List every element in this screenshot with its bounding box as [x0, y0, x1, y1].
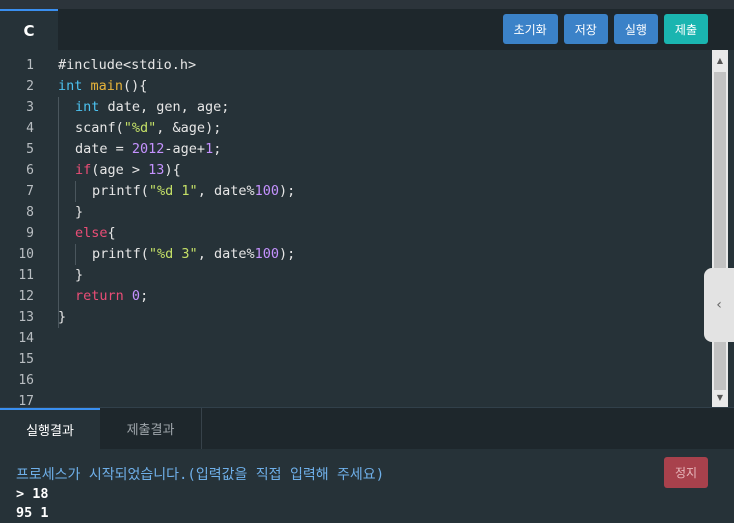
line-number: 1 — [26, 58, 34, 73]
line-number: 9 — [26, 226, 34, 241]
code-token: 100 — [254, 246, 279, 262]
tab-run-result[interactable]: 실행결과 — [0, 408, 100, 449]
code-token: return — [75, 288, 124, 304]
code-token: -age+ — [164, 141, 206, 157]
code-token: if — [75, 162, 92, 178]
code-token: 100 — [254, 183, 279, 199]
code-token: #include<stdio.h> — [58, 57, 197, 73]
console-output-line: 95 1 — [16, 505, 49, 521]
code-token: } — [75, 267, 84, 283]
line-number: 5 — [26, 142, 34, 157]
code-token: int — [58, 78, 83, 94]
code-token: ){ — [164, 162, 181, 178]
indent-guide — [75, 244, 76, 265]
tab-language[interactable]: C — [0, 9, 58, 50]
code-token: date, gen, age; — [99, 99, 230, 115]
code-token: , &age); — [156, 120, 222, 136]
code-line: int date, gen, age; — [75, 97, 229, 118]
line-number: 8 — [26, 205, 34, 220]
code-line: else{ — [75, 223, 116, 244]
code-line: scanf("%d", &age); — [75, 118, 221, 139]
line-number: 11 — [18, 268, 34, 283]
console-output[interactable]: 프로세스가 시작되었습니다.(입력값을 직접 입력해 주세요) > 18 95 … — [0, 449, 734, 523]
code-token: "%d 1" — [148, 183, 198, 199]
code-token: ); — [278, 183, 296, 199]
code-line: printf("%d 1", date%100); — [92, 181, 295, 202]
line-number: 12 — [18, 289, 34, 304]
line-number: 17 — [18, 394, 34, 407]
scrollbar-thumb[interactable] — [714, 72, 726, 390]
result-tab-bar: 실행결과 제출결과 — [0, 407, 734, 449]
line-number: 7 — [26, 184, 34, 199]
code-token: 0 — [131, 288, 141, 304]
line-number: 2 — [26, 79, 34, 94]
save-button[interactable]: 저장 — [563, 14, 608, 44]
code-token: 2012 — [131, 141, 165, 157]
code-token: (){ — [123, 78, 148, 94]
code-token: printf( — [92, 183, 149, 199]
code-token: ); — [278, 246, 296, 262]
code-token: "%d 3" — [148, 246, 198, 262]
code-token: ; — [140, 288, 149, 304]
action-buttons: 초기화 저장 실행 제출 — [502, 14, 708, 44]
line-number: 6 — [26, 163, 34, 178]
code-line: date = 2012-age+1; — [75, 139, 221, 160]
line-number: 3 — [26, 100, 34, 115]
code-token: 13 — [148, 162, 165, 178]
code-token: date = — [75, 141, 132, 157]
code-line: printf("%d 3", date%100); — [92, 244, 295, 265]
code-token: "%d" — [123, 120, 157, 136]
code-line: } — [75, 202, 83, 223]
code-token: (age > — [91, 162, 149, 178]
line-number: 14 — [18, 331, 34, 346]
console-input-line: > 18 — [16, 486, 49, 502]
code-token: ; — [213, 141, 222, 157]
submit-button[interactable]: 제출 — [663, 14, 708, 44]
line-number: 4 — [26, 121, 34, 136]
reset-button[interactable]: 초기화 — [502, 14, 558, 44]
console-status-message: 프로세스가 시작되었습니다.(입력값을 직접 입력해 주세요) — [16, 467, 385, 483]
language-label: C — [23, 21, 35, 40]
line-number-gutter: 1 2 3 4 5 6 7 8 9 10 11 12 13 14 15 16 1… — [0, 50, 46, 407]
code-token: } — [58, 309, 67, 325]
scroll-down-icon[interactable]: ▼ — [712, 389, 728, 405]
code-token: scanf( — [75, 120, 124, 136]
run-button[interactable]: 실행 — [613, 14, 658, 44]
code-editor[interactable]: 1 2 3 4 5 6 7 8 9 10 11 12 13 14 15 16 1… — [0, 50, 734, 407]
line-number: 10 — [18, 247, 34, 262]
stop-button[interactable]: 정지 — [664, 457, 708, 488]
editor-toolbar: C 초기화 저장 실행 제출 — [0, 0, 734, 50]
code-line: } — [75, 265, 83, 286]
code-line: } — [58, 307, 66, 328]
code-token: 1 — [205, 141, 214, 157]
line-number: 15 — [18, 352, 34, 367]
indent-guide — [58, 97, 59, 328]
line-number: 16 — [18, 373, 34, 388]
code-line: int main(){ — [58, 76, 147, 97]
chevron-left-icon: ‹ — [716, 297, 722, 313]
code-token: , date% — [197, 183, 255, 199]
code-token: , date% — [197, 246, 255, 262]
code-token: { — [107, 225, 116, 241]
code-token: main — [90, 78, 124, 94]
scroll-up-icon[interactable]: ▲ — [712, 52, 728, 68]
code-token: printf( — [92, 246, 149, 262]
line-number: 13 — [18, 310, 34, 325]
code-token: else — [75, 225, 108, 241]
code-line: #include<stdio.h> — [58, 55, 196, 76]
code-line: if(age > 13){ — [75, 160, 181, 181]
panel-collapse-handle[interactable]: ‹ — [704, 268, 734, 342]
editor-scrollbar[interactable]: ▲ ▼ — [712, 50, 728, 407]
code-token: } — [75, 204, 84, 220]
indent-guide — [75, 181, 76, 202]
code-line: return 0; — [75, 286, 148, 307]
tab-submit-result[interactable]: 제출결과 — [100, 408, 202, 449]
code-token: int — [75, 99, 100, 115]
